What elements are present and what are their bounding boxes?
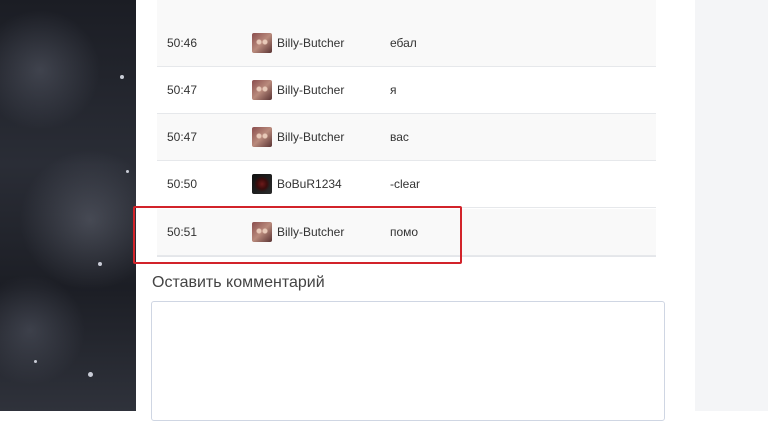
highlight-box bbox=[133, 206, 462, 264]
avatar[interactable] bbox=[252, 33, 272, 53]
message-text: я bbox=[390, 83, 397, 97]
player-nickname[interactable]: Billy-Butcher bbox=[277, 67, 344, 113]
message-time: 50:50 bbox=[167, 177, 198, 191]
message-time: 50:47 bbox=[167, 130, 198, 144]
table-row: 50:47 Billy-Butcher я bbox=[157, 67, 656, 114]
message-text: вас bbox=[390, 130, 409, 144]
player-nickname[interactable]: BoBuR1234 bbox=[277, 161, 342, 207]
avatar[interactable] bbox=[252, 174, 272, 194]
comment-textarea[interactable] bbox=[151, 301, 665, 421]
avatar[interactable] bbox=[252, 127, 272, 147]
message-text: -clear bbox=[390, 177, 421, 191]
message-time: 50:47 bbox=[167, 83, 198, 97]
background-artwork bbox=[0, 0, 136, 411]
avatar[interactable] bbox=[252, 80, 272, 100]
page-background-right bbox=[695, 0, 768, 411]
table-row: 50:50 BoBuR1234 -clear bbox=[157, 161, 656, 208]
table-row: 50:46 Billy-Butcher ебал bbox=[157, 20, 656, 67]
message-time: 50:46 bbox=[167, 36, 198, 50]
table-row: 50:47 Billy-Butcher вас bbox=[157, 114, 656, 161]
message-text: ебал bbox=[390, 36, 417, 50]
player-nickname[interactable]: Billy-Butcher bbox=[277, 20, 344, 66]
comment-section-title: Оставить комментарий bbox=[152, 274, 325, 291]
player-nickname[interactable]: Billy-Butcher bbox=[277, 114, 344, 160]
